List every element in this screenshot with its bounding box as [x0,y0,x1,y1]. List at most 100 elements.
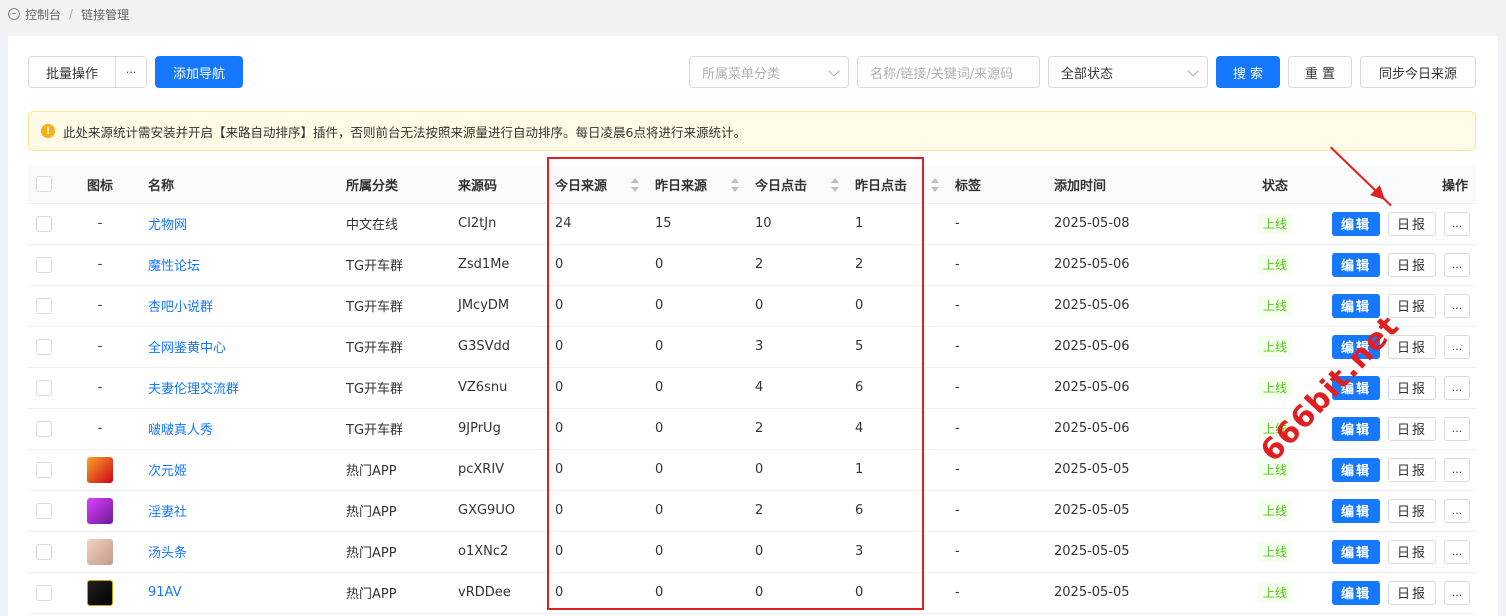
chevron-down-icon [828,65,840,77]
row-more-button[interactable]: ... [1444,539,1470,564]
name-link[interactable]: 91AV [148,585,182,600]
header-yesterday-click[interactable]: 昨日点击 [847,166,947,204]
name-link[interactable]: 夫妻伦理交流群 [148,382,239,397]
daily-report-button[interactable]: 日报 [1388,498,1436,523]
tag-cell: - [947,367,1046,409]
yesterday-source-cell: 0 [647,572,747,614]
row-checkbox[interactable] [36,461,52,478]
daily-report-button[interactable]: 日报 [1388,211,1436,236]
row-checkbox[interactable] [36,256,52,273]
row-more-button[interactable]: ... [1444,416,1470,441]
edit-button[interactable]: 编辑 [1332,416,1380,441]
status-badge: 上线 [1257,254,1292,275]
category-cell: TG开车群 [338,285,450,327]
today-click-cell: 2 [747,490,847,532]
actions-cell: 编辑 日报 ... [1305,572,1476,614]
daily-report-button[interactable]: 日报 [1388,580,1436,605]
name-link[interactable]: 汤头条 [148,546,187,561]
row-select-cell [28,326,60,368]
header-today-click[interactable]: 今日点击 [747,166,847,204]
yesterday-source-cell: 15 [647,203,747,245]
name-link[interactable]: 次元姬 [148,464,187,479]
row-more-button[interactable]: ... [1444,252,1470,277]
row-select-cell [28,531,60,573]
sort-icon[interactable] [631,178,639,192]
source-code-cell: VZ6snu [450,367,547,409]
sort-icon[interactable] [731,178,739,192]
daily-report-button[interactable]: 日报 [1388,457,1436,482]
name-link[interactable]: 魔性论坛 [148,259,200,274]
select-all-cell [28,166,60,204]
edit-button[interactable]: 编辑 [1332,252,1380,277]
row-select-cell [28,367,60,409]
daily-report-button[interactable]: 日报 [1388,539,1436,564]
name-link[interactable]: 尤物网 [148,218,187,233]
header-today-source[interactable]: 今日来源 [547,166,647,204]
edit-button[interactable]: 编辑 [1332,580,1380,605]
keyword-input[interactable]: 名称/链接/关键词/来源码 [857,56,1040,88]
sync-today-source-button[interactable]: 同步今日来源 [1360,56,1476,88]
edit-button[interactable]: 编辑 [1332,498,1380,523]
row-more-button[interactable]: ... [1444,580,1470,605]
header-actions: 操作 [1305,166,1476,204]
today-source-cell: 0 [547,244,647,286]
row-checkbox[interactable] [36,584,52,601]
row-more-button[interactable]: ... [1444,334,1470,359]
app-thumbnail-icon [87,579,113,606]
header-today-click-label: 今日点击 [755,178,808,194]
yesterday-click-cell: 1 [847,203,947,245]
edit-button[interactable]: 编辑 [1332,539,1380,564]
row-checkbox[interactable] [36,543,52,560]
today-source-cell: 0 [547,490,647,532]
daily-report-button[interactable]: 日报 [1388,375,1436,400]
sort-icon[interactable] [931,178,939,192]
more-ellipsis-button[interactable]: ··· [115,56,147,88]
icon-cell: - [60,326,140,368]
status-badge: 上线 [1257,541,1292,562]
category-cell: 热门APP [338,449,450,491]
edit-button[interactable]: 编辑 [1332,211,1380,236]
daily-report-button[interactable]: 日报 [1388,293,1436,318]
row-more-button[interactable]: ... [1444,211,1470,236]
daily-report-button[interactable]: 日报 [1388,416,1436,441]
yesterday-source-cell: 0 [647,449,747,491]
today-click-cell: 0 [747,531,847,573]
row-more-button[interactable]: ... [1444,457,1470,482]
status-select[interactable]: 全部状态 [1048,56,1208,88]
row-checkbox[interactable] [36,215,52,232]
name-link[interactable]: 淫妻社 [148,505,187,520]
name-link[interactable]: 杏吧小说群 [148,300,213,315]
row-checkbox[interactable] [36,297,52,314]
name-link[interactable]: 全网鉴黄中心 [148,341,226,356]
row-checkbox[interactable] [36,420,52,437]
header-yesterday-source[interactable]: 昨日来源 [647,166,747,204]
breadcrumb-home[interactable]: 控制台 [25,6,61,23]
category-select[interactable]: 所属菜单分类 [689,56,849,88]
actions-cell: 编辑 日报 ... [1305,449,1476,491]
row-checkbox[interactable] [36,502,52,519]
daily-report-button[interactable]: 日报 [1388,252,1436,277]
select-all-checkbox[interactable] [36,176,52,193]
row-more-button[interactable]: ... [1444,375,1470,400]
row-checkbox[interactable] [36,338,52,355]
edit-button[interactable]: 编辑 [1332,457,1380,482]
category-cell: TG开车群 [338,244,450,286]
table-row: 次元姬 热门APP pcXRIV 0 0 0 1 - 2025-05-05 上线… [28,449,1476,491]
edit-button[interactable]: 编辑 [1332,293,1380,318]
name-cell: 啵啵真人秀 [140,408,338,450]
yesterday-click-cell: 0 [847,285,947,327]
tag-cell: - [947,490,1046,532]
sort-icon[interactable] [831,178,839,192]
header-icon: 图标 [60,166,140,204]
row-more-button[interactable]: ... [1444,293,1470,318]
batch-operation-button[interactable]: 批量操作 [28,56,116,88]
add-nav-button[interactable]: 添加导航 [155,56,243,88]
warning-icon: ! [41,124,55,138]
row-checkbox[interactable] [36,379,52,396]
today-click-cell: 0 [747,285,847,327]
row-more-button[interactable]: ... [1444,498,1470,523]
name-link[interactable]: 啵啵真人秀 [148,423,213,438]
dashboard-icon [8,8,20,20]
reset-button[interactable]: 重 置 [1288,56,1352,88]
search-button[interactable]: 搜 索 [1216,56,1280,88]
